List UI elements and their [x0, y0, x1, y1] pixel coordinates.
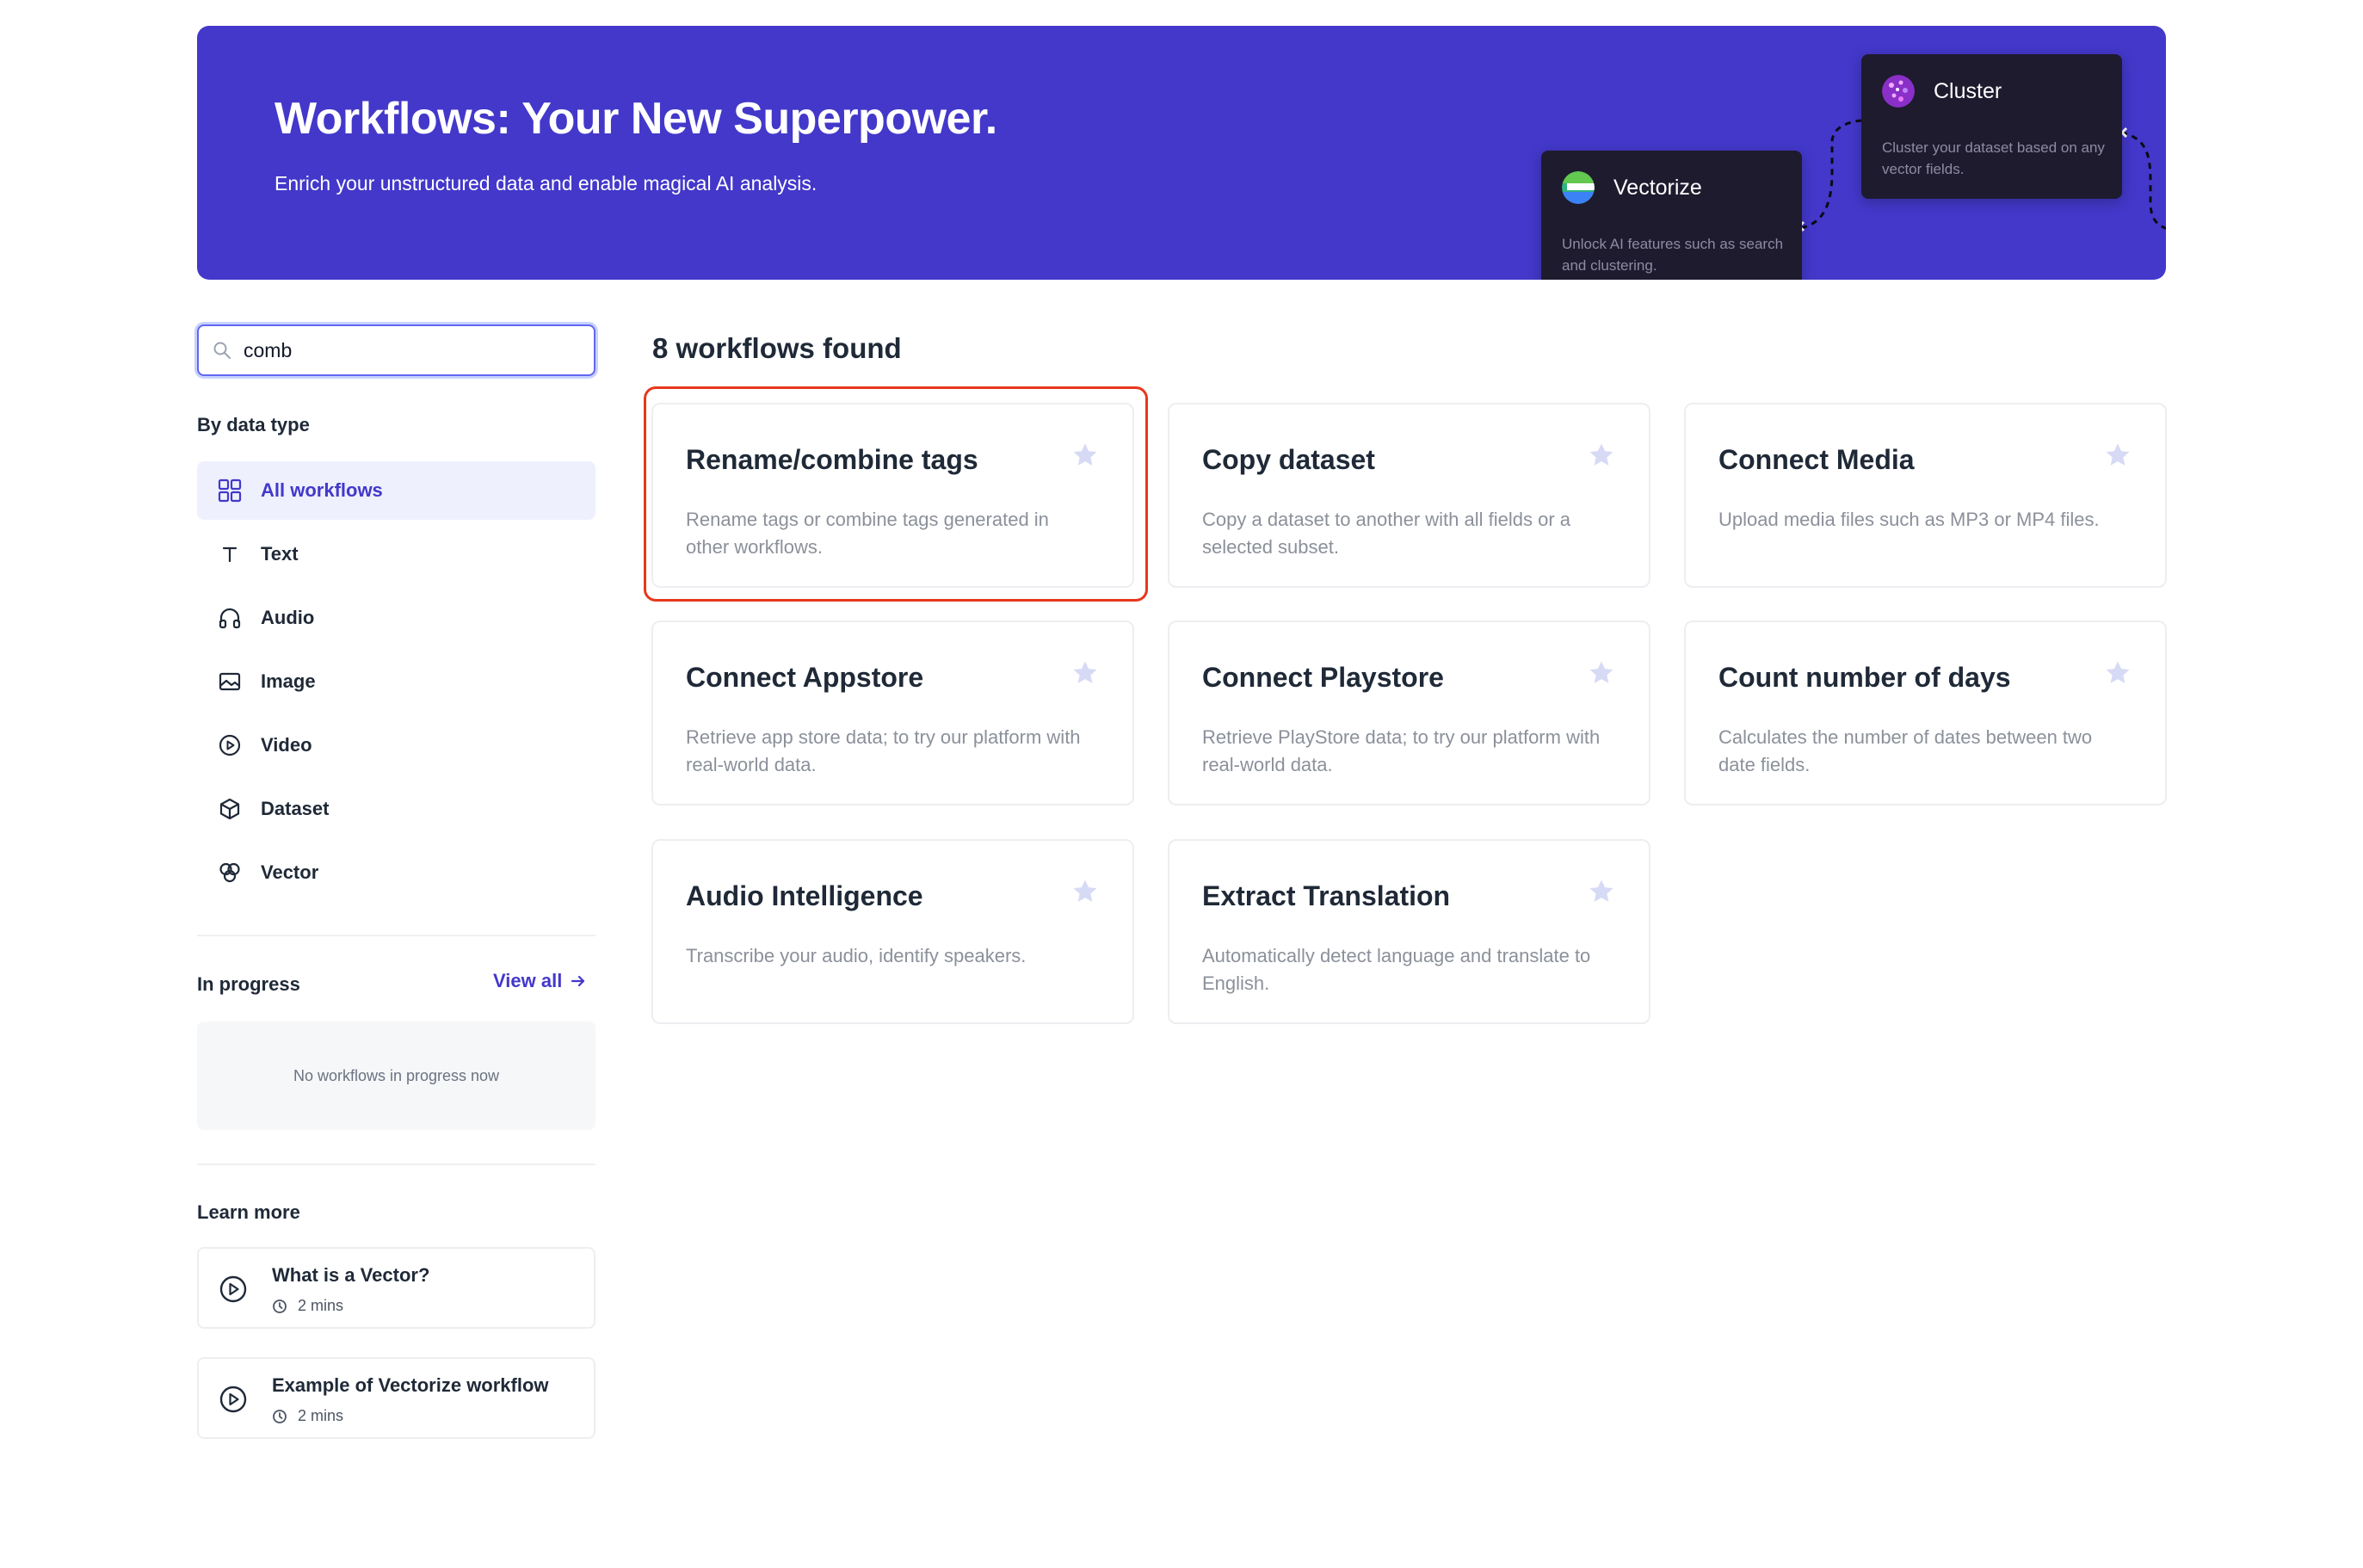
- sidebar-item-vector[interactable]: Vector: [197, 843, 595, 902]
- sidebar-item-all-workflows[interactable]: All workflows: [197, 461, 595, 520]
- image-icon: [216, 668, 244, 695]
- star-icon[interactable]: [1070, 441, 1100, 470]
- star-icon[interactable]: [1070, 877, 1100, 906]
- vectorize-icon: [1562, 171, 1595, 204]
- workflow-card-copy-dataset[interactable]: Copy dataset Copy a dataset to another w…: [1168, 403, 1650, 588]
- workflow-card-description: Upload media files such as MP3 or MP4 fi…: [1718, 509, 2100, 530]
- star-icon[interactable]: [1587, 441, 1616, 470]
- workflow-card-description: Calculates the number of dates between t…: [1718, 726, 2093, 775]
- play-circle-icon: [219, 1275, 247, 1303]
- workflow-card-audio-intelligence[interactable]: Audio Intelligence Transcribe your audio…: [651, 839, 1134, 1024]
- cluster-promo-title: Cluster: [1934, 78, 2002, 103]
- workflow-card-description: Automatically detect language and transl…: [1202, 945, 1591, 994]
- sidebar-item-audio[interactable]: Audio: [197, 589, 595, 647]
- learn-more-heading: Learn more: [197, 1201, 300, 1223]
- workflow-card-description: Transcribe your audio, identify speakers…: [686, 945, 1027, 966]
- sidebar-item-label: Text: [261, 543, 299, 565]
- vector-icon: [216, 859, 244, 886]
- workflow-card-title: Audio Intelligence: [686, 880, 923, 911]
- in-progress-empty-state: No workflows in progress now: [197, 1022, 595, 1130]
- sidebar-item-label: Audio: [261, 607, 315, 628]
- sidebar-item-label: Image: [261, 670, 316, 692]
- sidebar-item-label: All workflows: [261, 479, 383, 501]
- star-icon[interactable]: [1070, 658, 1100, 688]
- learn-more-meta: 2 mins: [272, 1297, 343, 1315]
- star-icon[interactable]: [2103, 441, 2132, 470]
- clock-icon: [273, 1409, 287, 1423]
- search-icon: [213, 342, 231, 359]
- vectorize-promo-title: Vectorize: [1613, 175, 1702, 200]
- play-circle-icon: [216, 732, 244, 759]
- workflow-card-description: Rename tags or combine tags generated in…: [686, 509, 1049, 558]
- sidebar-item-image[interactable]: Image: [197, 652, 595, 711]
- cluster-promo-card[interactable]: Cluster Cluster your dataset based on an…: [1861, 54, 2122, 199]
- star-icon[interactable]: [1587, 658, 1616, 688]
- sidebar-divider: [197, 1164, 595, 1165]
- sidebar-item-label: Vector: [261, 861, 319, 883]
- in-progress-heading: In progress: [197, 973, 300, 995]
- search-input[interactable]: [242, 337, 572, 363]
- learn-more-meta: 2 mins: [272, 1407, 343, 1425]
- workflow-card-description: Copy a dataset to another with all field…: [1202, 509, 1571, 558]
- hero-title: Workflows: Your New Superpower.: [275, 94, 997, 144]
- grid-icon: [216, 477, 244, 504]
- workflow-card-title: Connect Media: [1718, 444, 1915, 475]
- star-icon[interactable]: [2103, 658, 2132, 688]
- workflows-page: Workflows: Your New Superpower. Enrich y…: [0, 0, 2363, 1568]
- sidebar-item-dataset[interactable]: Dataset: [197, 780, 595, 838]
- text-icon: [216, 540, 244, 568]
- star-icon[interactable]: [1587, 877, 1616, 906]
- vectorize-promo-card[interactable]: Vectorize Unlock AI features such as sea…: [1541, 151, 1802, 280]
- workflow-card-description: Retrieve PlayStore data; to try our plat…: [1202, 726, 1601, 775]
- learn-more-title: Example of Vectorize workflow: [272, 1374, 549, 1396]
- sidebar-divider: [197, 935, 595, 936]
- sidebar-item-label: Video: [261, 734, 312, 756]
- data-type-heading: By data type: [197, 414, 310, 435]
- learn-more-duration: 2 mins: [298, 1407, 344, 1424]
- headphones-icon: [216, 604, 244, 632]
- workflow-card-description: Retrieve app store data; to try our plat…: [686, 726, 1081, 775]
- cube-icon: [216, 795, 244, 823]
- workflow-card-connect-appstore[interactable]: Connect Appstore Retrieve app store data…: [651, 620, 1134, 806]
- workflow-card-title: Connect Playstore: [1202, 662, 1444, 693]
- arrow-right-icon: [571, 975, 585, 987]
- results-count-heading: 8 workflows found: [652, 332, 902, 364]
- workflow-card-title: Copy dataset: [1202, 444, 1375, 475]
- workflow-card-rename-combine-tags[interactable]: Rename/combine tags Rename tags or combi…: [651, 403, 1134, 588]
- learn-more-duration: 2 mins: [298, 1297, 344, 1314]
- workflow-card-title: Connect Appstore: [686, 662, 924, 693]
- search-box[interactable]: [197, 324, 595, 376]
- play-circle-icon: [219, 1386, 247, 1413]
- learn-more-title: What is a Vector?: [272, 1264, 430, 1286]
- learn-more-item[interactable]: What is a Vector? 2 mins: [197, 1247, 595, 1329]
- cluster-icon: [1882, 75, 1915, 108]
- workflow-card-count-number-of-days[interactable]: Count number of days Calculates the numb…: [1684, 620, 2167, 806]
- sidebar-item-label: Dataset: [261, 798, 330, 819]
- workflow-card-title: Count number of days: [1718, 662, 2011, 693]
- view-all-link[interactable]: View all: [493, 970, 586, 992]
- cluster-promo-description: Cluster your dataset based on any vector…: [1882, 139, 2105, 177]
- sidebar-item-video[interactable]: Video: [197, 716, 595, 775]
- view-all-label: View all: [493, 970, 563, 991]
- workflow-card-extract-translation[interactable]: Extract Translation Automatically detect…: [1168, 839, 1650, 1024]
- workflow-card-title: Rename/combine tags: [686, 444, 978, 475]
- workflow-card-connect-playstore[interactable]: Connect Playstore Retrieve PlayStore dat…: [1168, 620, 1650, 806]
- hero-banner: Workflows: Your New Superpower. Enrich y…: [197, 26, 2166, 280]
- vectorize-promo-description: Unlock AI features such as search and cl…: [1562, 236, 1784, 274]
- clock-icon: [273, 1299, 287, 1313]
- sidebar-item-text[interactable]: Text: [197, 525, 595, 583]
- workflow-card-connect-media[interactable]: Connect Media Upload media files such as…: [1684, 403, 2167, 588]
- hero-subtitle: Enrich your unstructured data and enable…: [275, 172, 817, 194]
- learn-more-item[interactable]: Example of Vectorize workflow 2 mins: [197, 1357, 595, 1439]
- workflow-card-title: Extract Translation: [1202, 880, 1451, 911]
